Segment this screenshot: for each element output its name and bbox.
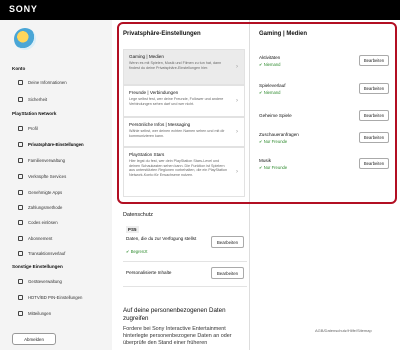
- sidebar-item-familienverwaltung[interactable]: Familienverwaltung: [18, 156, 65, 165]
- history-icon: [18, 251, 23, 256]
- sidebar-item-deine-informationen[interactable]: Deine Informationen: [18, 78, 67, 87]
- apps-icon: [18, 190, 23, 195]
- sidebar-item-mitteilungen[interactable]: Mitteilungen: [18, 309, 51, 318]
- link-icon: [18, 174, 23, 179]
- personalisierte-edit-button[interactable]: Bearbeiten: [211, 267, 244, 279]
- sidebar-item-sicherheit[interactable]: Sicherheit: [18, 95, 47, 104]
- highlight-frame: [117, 22, 397, 204]
- lock-icon: [18, 97, 23, 102]
- code-icon: [18, 220, 23, 225]
- subscription-icon: [18, 236, 23, 241]
- sidebar-item-geraeteverwaltung[interactable]: Geräteverwaltung: [18, 277, 62, 286]
- sidebar-item-transaktionsverlauf[interactable]: Transaktionsverlauf: [18, 249, 65, 258]
- sidebar-section-sonstige: Sonstige Einstellungen: [12, 264, 63, 269]
- sidebar-item-privatsphaere[interactable]: Privatsphäre-Einstellungen: [18, 140, 84, 149]
- divider: [123, 261, 247, 262]
- sidebar-item-hdtv-pin[interactable]: HDTV/BD PIN-Einstellungen: [18, 293, 82, 302]
- console-icon: [18, 279, 23, 284]
- shield-icon: [18, 142, 23, 147]
- daten-edit-button[interactable]: Bearbeiten: [211, 236, 244, 248]
- ps5-badge: PS5: [126, 226, 139, 233]
- sidebar-item-verknuepfte-services[interactable]: Verknüpfte Services: [18, 172, 66, 181]
- bell-icon: [18, 311, 23, 316]
- sidebar-item-abonnement[interactable]: Abonnement: [18, 234, 52, 243]
- divider: [123, 286, 247, 287]
- sidebar-item-codes-einloesen[interactable]: Codes einlösen: [18, 218, 58, 227]
- top-bar: SONY: [0, 0, 400, 20]
- sidebar-section-konto: Konto: [12, 66, 26, 71]
- tv-icon: [18, 295, 23, 300]
- sidebar-section-psn: PlayStation Network: [12, 111, 57, 116]
- sidebar-item-zahlungsmethode[interactable]: Zahlungsmethode: [18, 203, 62, 212]
- footer-links[interactable]: AGB/Datenschutz/Hilfe/Sitemap: [315, 328, 372, 333]
- avatar[interactable]: [14, 28, 36, 50]
- daten-status: ✔ Begrenzt: [126, 249, 148, 254]
- card-icon: [18, 205, 23, 210]
- personalisierte-label: Personalisierte Inhalte: [126, 270, 172, 275]
- sidebar-item-genehmigte-apps[interactable]: Genehmigte Apps: [18, 188, 62, 197]
- sony-logo[interactable]: SONY: [9, 4, 38, 14]
- family-icon: [18, 158, 23, 163]
- logout-button[interactable]: Abmelden: [12, 333, 56, 345]
- datenschutz-title: Datenschutz: [123, 212, 153, 218]
- id-card-icon: [18, 80, 23, 85]
- info-title: Auf deine personenbezogenen Daten zugrei…: [123, 307, 226, 322]
- sidebar-item-profil[interactable]: Profil: [18, 124, 38, 133]
- info-text: Fordere bei Sony Interactive Entertainme…: [123, 326, 232, 347]
- daten-label: Daten, die du zur Verfügung stellst: [126, 236, 197, 241]
- person-icon: [18, 126, 23, 131]
